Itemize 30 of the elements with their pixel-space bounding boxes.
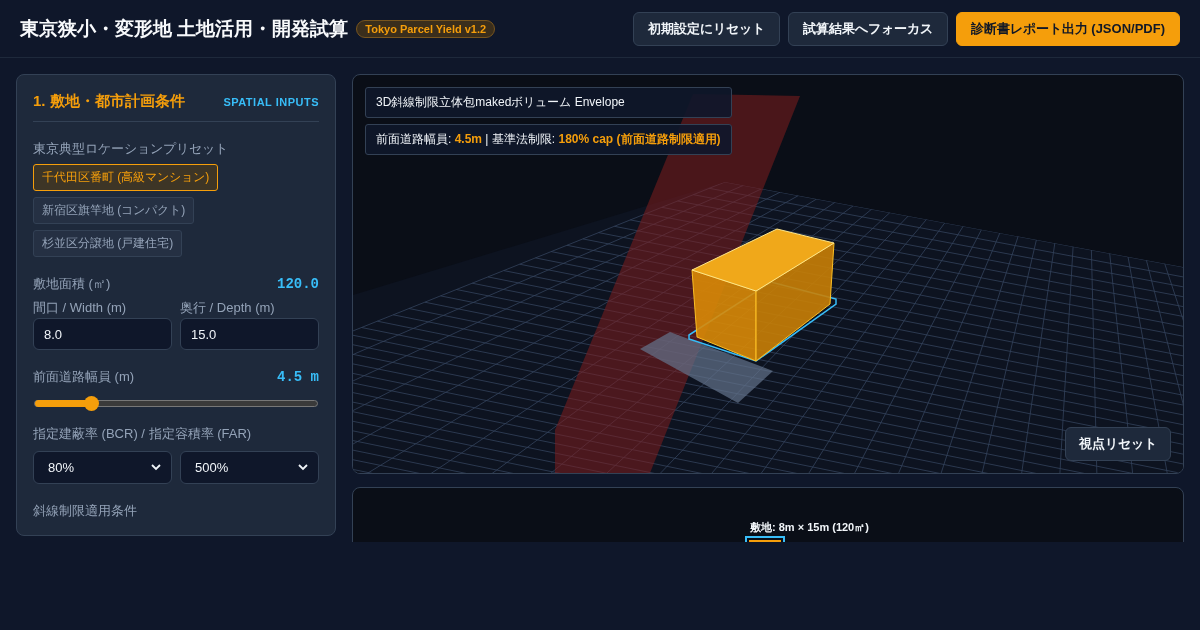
input-field[interactable]: 8.0 <box>33 318 172 350</box>
field-label: 斜線制限適用条件 <box>33 502 138 520</box>
panel-title: 1. 敷地・都市計画条件 <box>33 92 185 111</box>
field-label: 指定建蔽率 (BCR) / 指定容積率 (FAR) <box>33 425 253 443</box>
field-label: 敷地面積 (㎡) <box>33 275 111 293</box>
preset-button[interactable]: 新宿区旗竿地 (コンパクト) <box>33 197 195 224</box>
viewer-title: 3D斜線制限立体包makedボリューム Envelope <box>365 87 732 118</box>
road-width-value: 4.5 m <box>277 369 319 385</box>
dropdown[interactable]: 500% <box>180 451 319 484</box>
header-button[interactable]: 試算結果へフォーカス <box>787 11 948 46</box>
dropdown[interactable]: 80% <box>33 451 172 484</box>
header-button[interactable]: 初期設定にリセット <box>632 11 780 46</box>
field-label: 前面道路幅員 (m) <box>33 368 135 386</box>
preset-button[interactable]: 千代田区番町 (高級マンション) <box>33 164 219 191</box>
reset-view-button[interactable]: 視点リセット <box>1065 427 1171 461</box>
area-value: 120.0 <box>277 276 319 292</box>
preset-button[interactable]: 杉並区分譲地 (戸建住宅) <box>33 230 183 257</box>
app-title: 東京狭小・変形地 土地活用・開発試算 <box>20 16 349 41</box>
input-field[interactable]: 15.0 <box>180 318 319 350</box>
field-label: 東京典型ロケーションプリセット <box>33 140 229 158</box>
field-label: 間口 / Width (m) <box>33 299 128 317</box>
slider-thumb[interactable] <box>84 396 100 411</box>
road-info-label: 前面道路幅員: 4.5m | 基準法制限: 180% cap (前面道路制限適用) <box>365 124 732 155</box>
export-button[interactable]: 診断書レポート出力 (JSON/PDF) <box>955 11 1180 46</box>
panel-tag: SPATIAL INPUTS <box>223 95 319 108</box>
chevron-icon <box>298 464 308 471</box>
version-badge: Tokyo Parcel Yield v1.2 <box>356 19 496 38</box>
site-dimension-label: 敷地: 8m × 15m (120㎡) <box>750 520 869 535</box>
field-label: 奥行 / Depth (m) <box>180 299 276 317</box>
chevron-icon <box>151 464 161 471</box>
